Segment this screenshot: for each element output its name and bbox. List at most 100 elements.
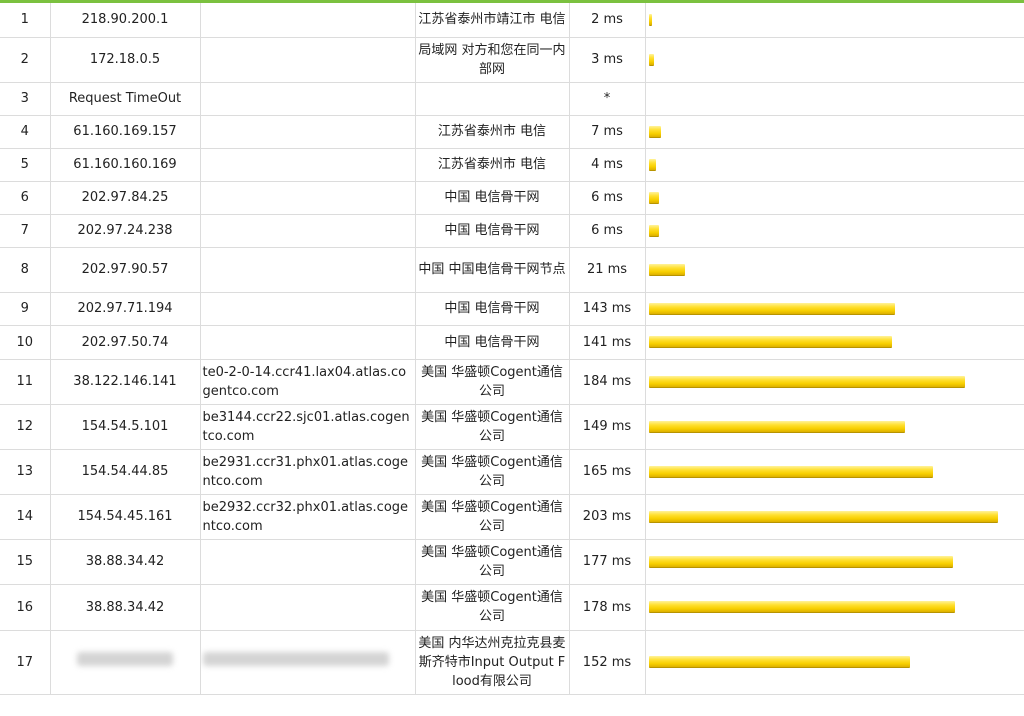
hop-row: 6 202.97.84.25 中国 电信骨干网 6 ms [0,181,1024,215]
ip-address: 202.97.84.25 [50,181,201,215]
ip-address [50,630,201,695]
location: 中国 电信骨干网 [415,181,570,215]
hop-number: 14 [0,494,51,540]
ip-address: 38.122.146.141 [50,359,201,405]
hostname [200,247,416,293]
response-time: 177 ms [569,539,646,585]
response-time: 184 ms [569,359,646,405]
ip-address: 202.97.50.74 [50,325,201,360]
response-time: 178 ms [569,584,646,631]
hop-number: 11 [0,359,51,405]
latency-bar-cell [645,404,1024,450]
response-time: * [569,82,646,116]
traceroute-rows: 1 218.90.200.1 江苏省泰州市靖江市 电信 2 ms 2 172.18.0.5… [0,3,1024,695]
hop-number: 1 [0,3,51,38]
hostname [200,82,416,116]
ip-address: 154.54.5.101 [50,404,201,450]
ip-address: 38.88.34.42 [50,584,201,631]
response-time: 3 ms [569,37,646,83]
response-time: 165 ms [569,449,646,495]
response-time: 152 ms [569,630,646,695]
hostname: be2931.ccr31.phx01.atlas.cogentco.com [200,449,416,495]
hostname [200,214,416,248]
latency-bar-cell [645,292,1024,326]
location: 美国 华盛顿Cogent通信公司 [415,449,570,495]
hop-number: 10 [0,325,51,360]
latency-bar-cell [645,181,1024,215]
location: 江苏省泰州市 电信 [415,115,570,149]
ip-address: 172.18.0.5 [50,37,201,83]
latency-bar [648,510,998,523]
response-time: 7 ms [569,115,646,149]
hostname [200,181,416,215]
latency-bar [648,191,659,204]
hop-number: 7 [0,214,51,248]
response-time: 21 ms [569,247,646,293]
hostname [200,37,416,83]
latency-bar [648,302,895,315]
hostname [200,325,416,360]
hop-number: 17 [0,630,51,695]
traceroute-table: 1 218.90.200.1 江苏省泰州市靖江市 电信 2 ms 2 172.18.0.5… [0,3,1024,695]
location: 美国 华盛顿Cogent通信公司 [415,539,570,585]
hop-row: 17 美国 内华达州克拉克县麦斯齐特市Input Output Flood有限公司… [0,630,1024,695]
ip-address: 202.97.71.194 [50,292,201,326]
hostname [200,115,416,149]
latency-bar [648,263,685,276]
ip-address: Request TimeOut [50,82,201,116]
latency-bar [648,125,661,138]
hostname [200,584,416,631]
latency-bar-cell [645,37,1024,83]
hop-number: 4 [0,115,51,149]
latency-bar-cell [645,214,1024,248]
hop-row: 12 154.54.5.101 be3144.ccr22.sjc01.atlas.c… [0,404,1024,450]
latency-bar [648,224,659,237]
hop-row: 1 218.90.200.1 江苏省泰州市靖江市 电信 2 ms [0,3,1024,38]
location: 局域网 对方和您在同一内部网 [415,37,570,83]
latency-bar-cell [645,148,1024,182]
hostname [200,148,416,182]
hop-number: 9 [0,292,51,326]
response-time: 6 ms [569,181,646,215]
response-time: 203 ms [569,494,646,540]
latency-bar [648,555,953,568]
location: 美国 华盛顿Cogent通信公司 [415,404,570,450]
latency-bar-cell [645,82,1024,116]
response-time: 141 ms [569,325,646,360]
latency-bar-cell [645,584,1024,631]
hop-row: 16 38.88.34.42 美国 华盛顿Cogent通信公司 178 ms [0,584,1024,631]
hop-row: 4 61.160.169.157 江苏省泰州市 电信 7 ms [0,115,1024,149]
location: 江苏省泰州市靖江市 电信 [415,3,570,38]
hop-row: 11 38.122.146.141 te0-2-0-14.ccr41.lax04.a… [0,359,1024,405]
hop-number: 6 [0,181,51,215]
hop-number: 5 [0,148,51,182]
hop-row: 13 154.54.44.85 be2931.ccr31.phx01.atlas.c… [0,449,1024,495]
latency-bar-cell [645,247,1024,293]
ip-address: 61.160.160.169 [50,148,201,182]
hop-number: 16 [0,584,51,631]
location: 中国 电信骨干网 [415,325,570,360]
latency-bar [648,375,965,388]
ip-address: 154.54.45.161 [50,494,201,540]
hop-row: 15 38.88.34.42 美国 华盛顿Cogent通信公司 177 ms [0,539,1024,585]
response-time: 6 ms [569,214,646,248]
latency-bar-cell [645,3,1024,38]
latency-bar-cell [645,325,1024,360]
response-time: 149 ms [569,404,646,450]
latency-bar [648,420,905,433]
location [415,82,570,116]
ip-address: 154.54.44.85 [50,449,201,495]
hop-row: 9 202.97.71.194 中国 电信骨干网 143 ms [0,292,1024,326]
hop-row: 5 61.160.160.169 江苏省泰州市 电信 4 ms [0,148,1024,182]
hostname [200,3,416,38]
location: 江苏省泰州市 电信 [415,148,570,182]
hostname [200,630,416,695]
latency-bar-cell [645,449,1024,495]
ip-address: 218.90.200.1 [50,3,201,38]
hop-number: 15 [0,539,51,585]
hostname: be3144.ccr22.sjc01.atlas.cogentco.com [200,404,416,450]
latency-bar-cell [645,630,1024,695]
hop-row: 8 202.97.90.57 中国 中国电信骨干网节点 21 ms [0,247,1024,293]
location: 美国 华盛顿Cogent通信公司 [415,494,570,540]
latency-bar-cell [645,115,1024,149]
